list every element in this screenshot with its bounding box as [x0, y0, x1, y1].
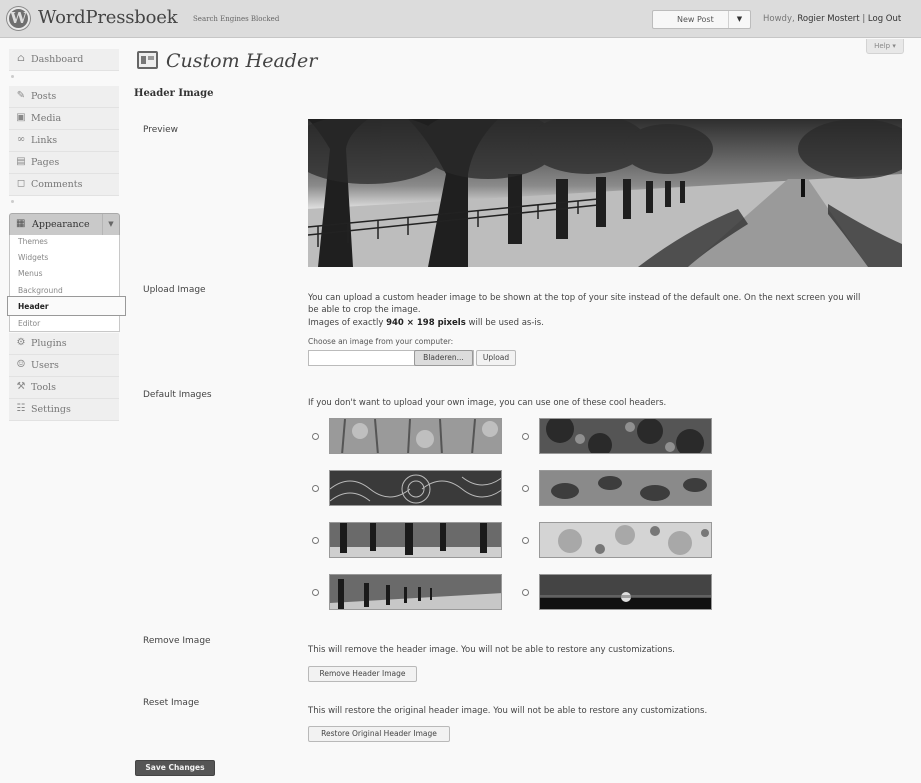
- logout-link[interactable]: Log Out: [868, 14, 901, 24]
- header-thumb-leaves[interactable]: [539, 470, 712, 506]
- header-thumb-avenue[interactable]: [329, 574, 502, 610]
- header-radio-floral[interactable]: [522, 537, 529, 544]
- sidebar-item-label: Dashboard: [31, 54, 84, 65]
- browse-button[interactable]: Bladeren...: [414, 350, 473, 366]
- sidebar-item-plugins[interactable]: ⚙ Plugins: [9, 333, 119, 355]
- dashboard-icon: ⌂: [17, 53, 25, 64]
- sidebar-item-media[interactable]: ▣ Media: [9, 108, 119, 130]
- submenu-item-editor[interactable]: Editor: [18, 319, 118, 328]
- chevron-down-icon[interactable]: ▼: [728, 11, 750, 28]
- submenu-item-background[interactable]: Background: [18, 286, 118, 295]
- separator: |: [862, 14, 866, 24]
- header-thumb-lace[interactable]: [329, 470, 502, 506]
- submenu-item-themes[interactable]: Themes: [18, 237, 118, 246]
- save-changes-button[interactable]: Save Changes: [135, 760, 215, 776]
- sidebar-item-label: Users: [31, 360, 59, 371]
- default-images-description: If you don't want to upload your own ima…: [308, 398, 667, 408]
- reset-image-label: Reset Image: [143, 698, 200, 708]
- user-info: Howdy, Rogier Mostert | Log Out: [763, 14, 901, 24]
- sidebar-item-settings[interactable]: ☷ Settings: [9, 399, 119, 421]
- header-radio-avenue[interactable]: [312, 589, 319, 596]
- choose-file-label: Choose an image from your computer:: [308, 337, 454, 346]
- remove-image-label: Remove Image: [143, 636, 211, 646]
- sidebar-item-links[interactable]: ∞ Links: [9, 130, 119, 152]
- sidebar-item-label: Media: [31, 113, 62, 124]
- help-label[interactable]: Help: [874, 42, 890, 50]
- admin-header: W WordPressboek Search Engines Blocked N…: [0, 0, 921, 38]
- default-images-label: Default Images: [143, 390, 212, 400]
- remove-description: This will remove the header image. You w…: [308, 645, 675, 655]
- size-note-suffix: will be used as-is.: [468, 318, 544, 328]
- header-thumb-trees[interactable]: [329, 522, 502, 558]
- sidebar-item-posts[interactable]: ✎ Posts: [9, 86, 119, 108]
- howdy-text: Howdy,: [763, 14, 795, 24]
- reset-description: This will restore the original header im…: [308, 706, 708, 716]
- comment-bubble-icon: ◻: [16, 178, 26, 189]
- sidebar-item-users[interactable]: ☺ Users: [9, 355, 119, 377]
- sidebar-item-tools[interactable]: ⚒ Tools: [9, 377, 119, 399]
- sidebar-item-label: Appearance: [32, 219, 90, 230]
- upload-description-cont: be able to crop the image.: [308, 305, 421, 315]
- appearance-submenu: [9, 235, 120, 332]
- sidebar-item-label: Tools: [31, 382, 56, 393]
- upload-image-label: Upload Image: [143, 285, 206, 295]
- plug-icon: ⚙: [16, 337, 26, 348]
- new-post-link[interactable]: New Post: [677, 15, 714, 24]
- upload-size-note: Images of exactly 940 × 198 pixels will …: [308, 317, 544, 329]
- menu-separator: [9, 197, 119, 207]
- header-radio-lace[interactable]: [312, 485, 319, 492]
- favorite-actions-dropdown[interactable]: New Post ▼: [652, 10, 751, 29]
- header-thumb-forest[interactable]: [329, 418, 502, 454]
- site-title[interactable]: WordPressboek: [38, 7, 178, 28]
- submenu-item-menus[interactable]: Menus: [18, 269, 118, 278]
- restore-original-header-button[interactable]: Restore Original Header Image: [308, 726, 450, 742]
- size-note-dimensions: 940 × 198 pixels: [386, 318, 466, 328]
- sidebar-item-label: Posts: [31, 91, 57, 102]
- sidebar-item-label: Settings: [31, 404, 71, 415]
- header-radio-forest[interactable]: [312, 433, 319, 440]
- menu-separator: [9, 72, 119, 82]
- sidebar-item-label: Links: [31, 135, 58, 146]
- tools-icon: ⚒: [16, 381, 26, 392]
- header-preview-image: [308, 119, 902, 267]
- help-tab[interactable]: Help ▾: [866, 39, 904, 54]
- section-title: Header Image: [134, 88, 214, 99]
- sidebar-item-label: Comments: [31, 179, 83, 190]
- upload-description: You can upload a custom header image to …: [308, 293, 861, 303]
- user-name-link[interactable]: Rogier Mostert: [797, 14, 859, 24]
- header-radio-sunset[interactable]: [522, 589, 529, 596]
- sidebar-item-dashboard[interactable]: ⌂ Dashboard: [9, 49, 119, 71]
- header-radio-leaves[interactable]: [522, 485, 529, 492]
- appearance-icon: ▦: [16, 218, 26, 229]
- sidebar-item-appearance[interactable]: ▦ Appearance ▼: [9, 213, 120, 235]
- upload-button[interactable]: Upload: [476, 350, 516, 366]
- chevron-down-icon[interactable]: ▼: [102, 214, 119, 235]
- submenu-item-header[interactable]: Header: [18, 302, 118, 311]
- wordpress-logo-icon: W: [7, 7, 30, 30]
- header-thumb-sunset[interactable]: [539, 574, 712, 610]
- preview-label: Preview: [143, 125, 179, 135]
- header-thumb-floral[interactable]: [539, 522, 712, 558]
- settings-icon: ☷: [16, 403, 26, 414]
- pushpin-icon: ✎: [16, 90, 26, 101]
- size-note-prefix: Images of exactly: [308, 318, 384, 328]
- sidebar-item-comments[interactable]: ◻ Comments: [9, 174, 119, 196]
- site-status: Search Engines Blocked: [193, 15, 280, 23]
- custom-header-page-icon: [137, 51, 158, 69]
- pages-icon: ▤: [16, 156, 26, 167]
- header-radio-garden[interactable]: [522, 433, 529, 440]
- sidebar-item-label: Plugins: [31, 338, 67, 349]
- media-icon: ▣: [16, 112, 26, 123]
- sidebar-item-pages[interactable]: ▤ Pages: [9, 152, 119, 174]
- header-thumb-garden[interactable]: [539, 418, 712, 454]
- page-title: Custom Header: [166, 50, 318, 72]
- link-icon: ∞: [16, 134, 26, 145]
- header-radio-trees[interactable]: [312, 537, 319, 544]
- users-icon: ☺: [16, 359, 26, 370]
- submenu-item-widgets[interactable]: Widgets: [18, 253, 118, 262]
- remove-header-image-button[interactable]: Remove Header Image: [308, 666, 417, 682]
- sidebar-item-label: Pages: [31, 157, 60, 168]
